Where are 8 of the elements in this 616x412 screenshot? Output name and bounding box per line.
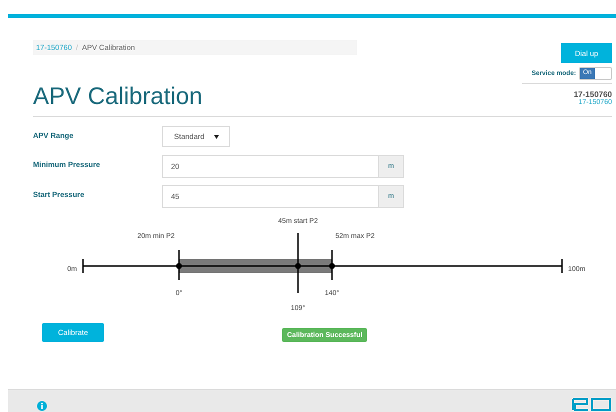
page-title: APV Calibration [33,83,204,111]
logo-icon [572,398,612,411]
caret-icon [214,134,220,138]
info-icon[interactable] [37,401,47,411]
device-name: 17-150760 [574,90,612,99]
marker [329,250,335,280]
marker [295,233,301,293]
marker [176,250,182,280]
